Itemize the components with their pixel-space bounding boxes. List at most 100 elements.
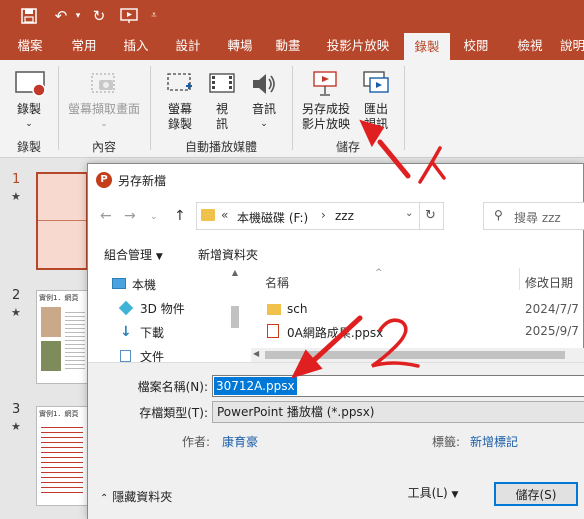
screen-recording-icon — [166, 70, 194, 101]
this-pc-icon — [112, 278, 126, 289]
record-icon — [14, 70, 46, 101]
screenshot-capture-button[interactable]: 螢幕擷取畫面 ⌄ — [64, 102, 144, 132]
save-icon[interactable] — [18, 5, 40, 27]
address-prefix: « — [221, 208, 229, 222]
nav-item-3d-objects[interactable]: 3D 物件 — [140, 300, 185, 317]
horizontal-scrollbar[interactable]: ◀ — [251, 348, 584, 362]
organize-dropdown-icon: ▼ — [155, 252, 163, 262]
filename-value: 30712A.ppsx — [214, 377, 297, 395]
slide-panel: 1 ★ 2 ★ 實例1．網頁 3 ★ 實例1．網頁 — [0, 158, 88, 519]
column-header-name[interactable]: 名稱 — [265, 274, 289, 291]
nav-scrollbar[interactable]: ▲ — [228, 268, 242, 360]
ribbon: 錄製 ⌄ 錄製 螢幕擷取畫面 ⌄ 內容 螢幕 錄製 視 訊 音訊 ⌄ 自動播放媒… — [0, 60, 584, 158]
slide-text-lines — [41, 423, 83, 493]
scroll-thumb[interactable] — [265, 351, 565, 359]
tools-dropdown-icon: ▼ — [451, 490, 459, 500]
tags-label: 標籤: — [432, 435, 461, 449]
ribbon-divider — [150, 66, 151, 150]
tab-review[interactable]: 校閱 — [454, 32, 498, 60]
organize-button[interactable]: 組合管理 ▼ — [104, 246, 163, 263]
sort-indicator-icon: ^ — [375, 268, 383, 278]
slide-caption: 實例1．網頁 — [39, 294, 79, 302]
dialog-title: 另存新檔 — [118, 174, 167, 188]
slide-image — [41, 341, 61, 371]
undo-dropdown-icon[interactable]: ▾ — [72, 5, 84, 27]
tab-design[interactable]: 設計 — [166, 32, 210, 60]
author-value[interactable]: 康育豪 — [222, 433, 258, 450]
redo-icon[interactable]: ↻ — [88, 5, 110, 27]
filetype-select[interactable]: PowerPoint 播放檔 (*.ppsx) — [212, 401, 584, 423]
file-name[interactable]: 0A網路成果.ppsx — [287, 324, 383, 341]
back-icon[interactable]: ← — [100, 208, 112, 224]
address-folder[interactable]: zzz — [335, 209, 354, 223]
tab-help[interactable]: 說明 — [560, 32, 584, 60]
hide-folders-label: 隱藏資料夾 — [112, 490, 173, 504]
tab-slideshow[interactable]: 投影片放映 — [320, 32, 396, 60]
address-drive[interactable]: 本機磁碟 (F:) — [237, 209, 308, 226]
recent-locations-icon[interactable]: ⌄ — [150, 212, 158, 222]
video-button[interactable]: 視 訊 — [206, 102, 238, 132]
tab-home[interactable]: 常用 — [62, 32, 106, 60]
screenshot-camera-icon — [90, 70, 118, 101]
audio-button[interactable]: 音訊 ⌄ — [246, 102, 282, 132]
tab-insert[interactable]: 插入 — [114, 32, 158, 60]
ribbon-divider — [404, 66, 405, 150]
scroll-left-icon[interactable]: ◀ — [253, 349, 259, 358]
audio-speaker-icon — [250, 70, 278, 101]
search-box[interactable]: ⚲ 搜尋 zzz — [483, 202, 584, 230]
author-label: 作者: — [182, 435, 211, 449]
customize-toolbar-icon[interactable]: ⩡ — [146, 5, 162, 27]
chevron-up-icon: ⌃ — [100, 493, 109, 504]
save-as-dialog: P 另存新檔 ← → ⌄ ↑ « 本機磁碟 (F:) › zzz ⌄ ↻ ⚲ 搜… — [87, 163, 584, 519]
filetype-value: PowerPoint 播放檔 (*.ppsx) — [217, 405, 375, 419]
folder-icon — [267, 304, 281, 315]
slide-thumbnail-1[interactable] — [36, 172, 88, 270]
slide-text-lines — [65, 309, 85, 369]
3d-objects-icon — [118, 300, 134, 316]
slide-image — [41, 307, 61, 337]
record-button[interactable]: 錄製 ⌄ — [6, 102, 52, 132]
scroll-thumb[interactable] — [231, 306, 239, 328]
video-label-2: 訊 — [215, 117, 228, 131]
slide-thumbnail-3[interactable]: 實例1．網頁 — [36, 406, 88, 506]
refresh-icon[interactable]: ↻ — [425, 208, 436, 223]
tab-record[interactable]: 錄製 — [404, 33, 450, 61]
slide-thumbnail-2[interactable]: 實例1．網頁 — [36, 290, 88, 384]
file-name[interactable]: sch — [287, 302, 307, 316]
search-icon: ⚲ — [494, 208, 503, 222]
tab-transitions[interactable]: 轉場 — [218, 32, 262, 60]
group-record-label: 錄製 — [16, 140, 41, 154]
save-as-show-button[interactable]: 另存成投 影片放映 — [300, 102, 352, 132]
filename-input[interactable]: 30712A.ppsx — [212, 375, 584, 397]
new-folder-button[interactable]: 新增資料夾 — [198, 246, 258, 263]
slideshow-from-start-icon[interactable] — [118, 5, 140, 27]
forward-icon[interactable]: → — [124, 208, 136, 224]
undo-icon[interactable]: ↶ — [50, 5, 72, 27]
save-as-show-icon — [312, 68, 340, 101]
scroll-up-icon[interactable]: ▲ — [228, 268, 242, 277]
column-header-modified[interactable]: 修改日期 — [525, 274, 573, 291]
tab-file[interactable]: 檔案 — [8, 32, 52, 60]
downloads-icon: ↓ — [120, 324, 132, 340]
export-video-label-1: 匯出 — [363, 102, 388, 116]
tools-button[interactable]: 工具(L) ▼ — [406, 482, 460, 506]
nav-item-downloads[interactable]: 下載 — [140, 324, 164, 341]
screen-recording-button[interactable]: 螢幕 錄製 — [160, 102, 200, 132]
file-modified: 2025/9/7 — [525, 324, 579, 338]
record-label: 錄製 — [16, 102, 41, 116]
tab-view[interactable]: 檢視 — [508, 32, 552, 60]
tab-animations[interactable]: 動畫 — [266, 32, 310, 60]
export-video-button[interactable]: 匯出 視訊 — [356, 102, 396, 132]
hide-folders-button[interactable]: ⌃ 隱藏資料夾 — [100, 488, 172, 505]
ppsx-file-icon — [267, 324, 279, 338]
transition-star-icon: ★ — [11, 420, 21, 433]
nav-item-this-pc[interactable]: 本機 — [132, 276, 156, 293]
screenshot-capture-label: 螢幕擷取畫面 — [67, 102, 140, 116]
save-button[interactable]: 儲存(S) — [494, 482, 578, 506]
address-dropdown-icon[interactable]: ⌄ — [405, 208, 413, 219]
search-placeholder: 搜尋 zzz — [514, 211, 561, 225]
up-icon[interactable]: ↑ — [174, 208, 186, 224]
address-bar[interactable]: « 本機磁碟 (F:) › zzz ⌄ ↻ — [196, 202, 444, 230]
tags-value[interactable]: 新增標記 — [470, 433, 518, 450]
folder-icon — [201, 209, 215, 221]
